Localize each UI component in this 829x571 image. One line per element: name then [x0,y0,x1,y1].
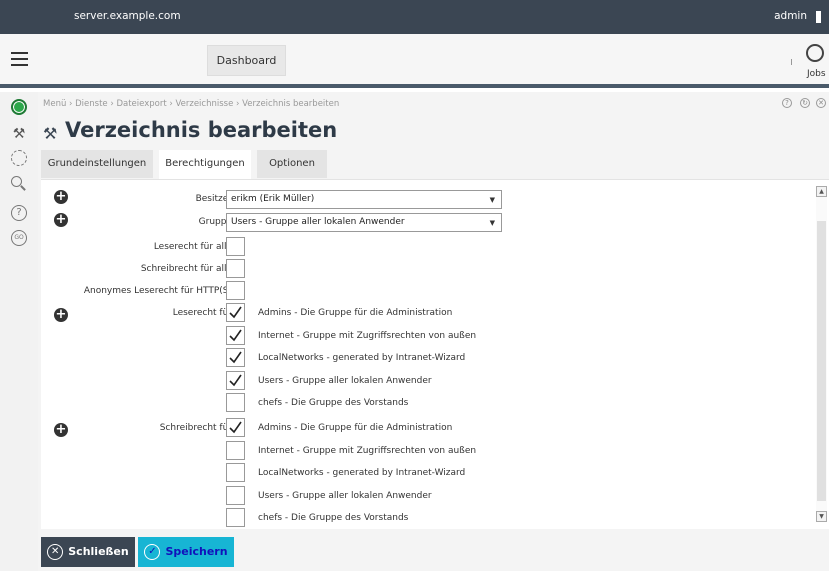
breadcrumb[interactable]: Menü › Dienste › Dateiexport › Verzeichn… [43,99,339,109]
write-for-label: Schreibrecht für [159,423,232,433]
add-write-group-icon[interactable]: + [54,423,68,437]
chevron-down-icon: ▼ [489,196,495,204]
write-group-checkbox[interactable] [226,440,245,460]
add-owner-icon[interactable]: + [54,190,68,204]
read-group-checkbox[interactable] [226,303,245,322]
tab-optionen[interactable]: Optionen [257,150,327,178]
write-group-label[interactable]: Admins - Die Gruppe für die Administrati… [258,423,452,433]
checkmark-icon [229,374,242,386]
close-button-label: Schließen [68,545,129,558]
chevron-down-icon: ▼ [489,219,495,227]
top-bar: server.example.com admin [0,0,829,34]
close-circle-icon: ✕ [47,544,64,560]
write-group-checkbox[interactable] [226,508,245,527]
left-sidebar: ⚒ ? GO [0,92,38,571]
bookmark-icon[interactable] [816,11,821,23]
wizard-wand-icon[interactable]: ⚒ [11,126,27,142]
hamburger-menu-icon[interactable] [11,52,28,66]
read-group-checkbox[interactable] [226,325,245,345]
gear-icon[interactable] [11,150,27,166]
owner-select[interactable]: erikm (Erik Müller) ▼ [226,190,502,209]
scroll-down-icon[interactable]: ▼ [816,511,827,522]
help-small-icon[interactable]: ? [782,98,792,108]
status-ok-icon[interactable] [11,99,27,115]
help-icon[interactable]: ? [11,205,27,221]
jobs-label[interactable]: Jobs [807,69,826,79]
close-small-icon[interactable]: ✕ [816,98,826,108]
scroll-up-icon[interactable]: ▲ [816,186,827,197]
go-icon[interactable]: GO [11,230,27,246]
checkmark-icon [229,306,242,319]
read-group-checkbox[interactable] [226,348,245,367]
main-content: Menü › Dienste › Dateiexport › Verzeichn… [38,92,829,571]
write-group-checkbox[interactable] [226,463,245,482]
page-title: Verzeichnis bearbeiten [65,118,338,142]
add-group-icon[interactable]: + [54,213,68,227]
user-menu[interactable]: admin [774,10,807,22]
jobs-refresh-icon[interactable] [806,44,824,62]
group-select[interactable]: Users - Gruppe aller lokalen Anwender ▼ [226,213,502,232]
read-all-checkbox[interactable] [226,237,245,256]
separator [791,59,792,65]
read-group-label[interactable]: Internet - Gruppe mit Zugriffsrechten vo… [258,331,476,341]
scroll-thumb[interactable] [817,221,826,501]
owner-value: erikm (Erik Müller) [231,194,315,204]
checkmark-icon [229,421,242,434]
write-group-checkbox[interactable] [226,418,245,437]
group-value: Users - Gruppe aller lokalen Anwender [231,217,405,227]
scrollbar[interactable]: ▲ ▼ [816,186,827,522]
write-group-label[interactable]: Internet - Gruppe mit Zugriffsrechten vo… [258,446,476,456]
checkmark-icon [229,329,242,341]
save-check-icon: ✓ [144,544,161,560]
read-group-checkbox[interactable] [226,393,245,412]
search-icon[interactable] [11,176,27,192]
read-group-label[interactable]: Users - Gruppe aller lokalen Anwender [258,376,432,386]
checkmark-icon [229,351,242,364]
add-read-group-icon[interactable]: + [54,308,68,322]
reload-icon[interactable]: ↻ [800,98,810,108]
tab-berechtigungen[interactable]: Berechtigungen [159,150,251,179]
read-for-label: Leserecht für [172,308,232,318]
write-group-label[interactable]: Users - Gruppe aller lokalen Anwender [258,491,432,501]
read-group-label[interactable]: LocalNetworks - generated by Intranet-Wi… [258,353,465,363]
write-all-label: Schreibrecht für alle [140,264,232,274]
write-group-label[interactable]: LocalNetworks - generated by Intranet-Wi… [258,468,465,478]
write-group-label[interactable]: chefs - Die Gruppe des Vorstands [258,513,408,523]
nav-bar: Dashboard Jobs [0,34,829,88]
save-button-label: Speichern [165,545,228,558]
permissions-panel: + Besitzer erikm (Erik Müller) ▼ + Grupp… [41,179,829,529]
dashboard-button[interactable]: Dashboard [207,45,286,76]
read-group-label[interactable]: Admins - Die Gruppe für die Administrati… [258,308,452,318]
tab-grundeinstellungen[interactable]: Grundeinstellungen [41,150,153,178]
read-group-label[interactable]: chefs - Die Gruppe des Vorstands [258,398,408,408]
close-button[interactable]: ✕ Schließen [41,537,135,567]
write-all-checkbox[interactable] [226,259,245,278]
anon-read-checkbox[interactable] [226,281,245,300]
read-all-label: Leserecht für alle [153,242,232,252]
anon-read-label: Anonymes Leserecht für HTTP(S) [83,286,232,296]
save-button[interactable]: ✓ Speichern [138,537,234,567]
read-group-checkbox[interactable] [226,370,245,390]
server-host: server.example.com [74,10,181,22]
wand-title-icon: ⚒ [43,124,58,143]
write-group-checkbox[interactable] [226,485,245,505]
